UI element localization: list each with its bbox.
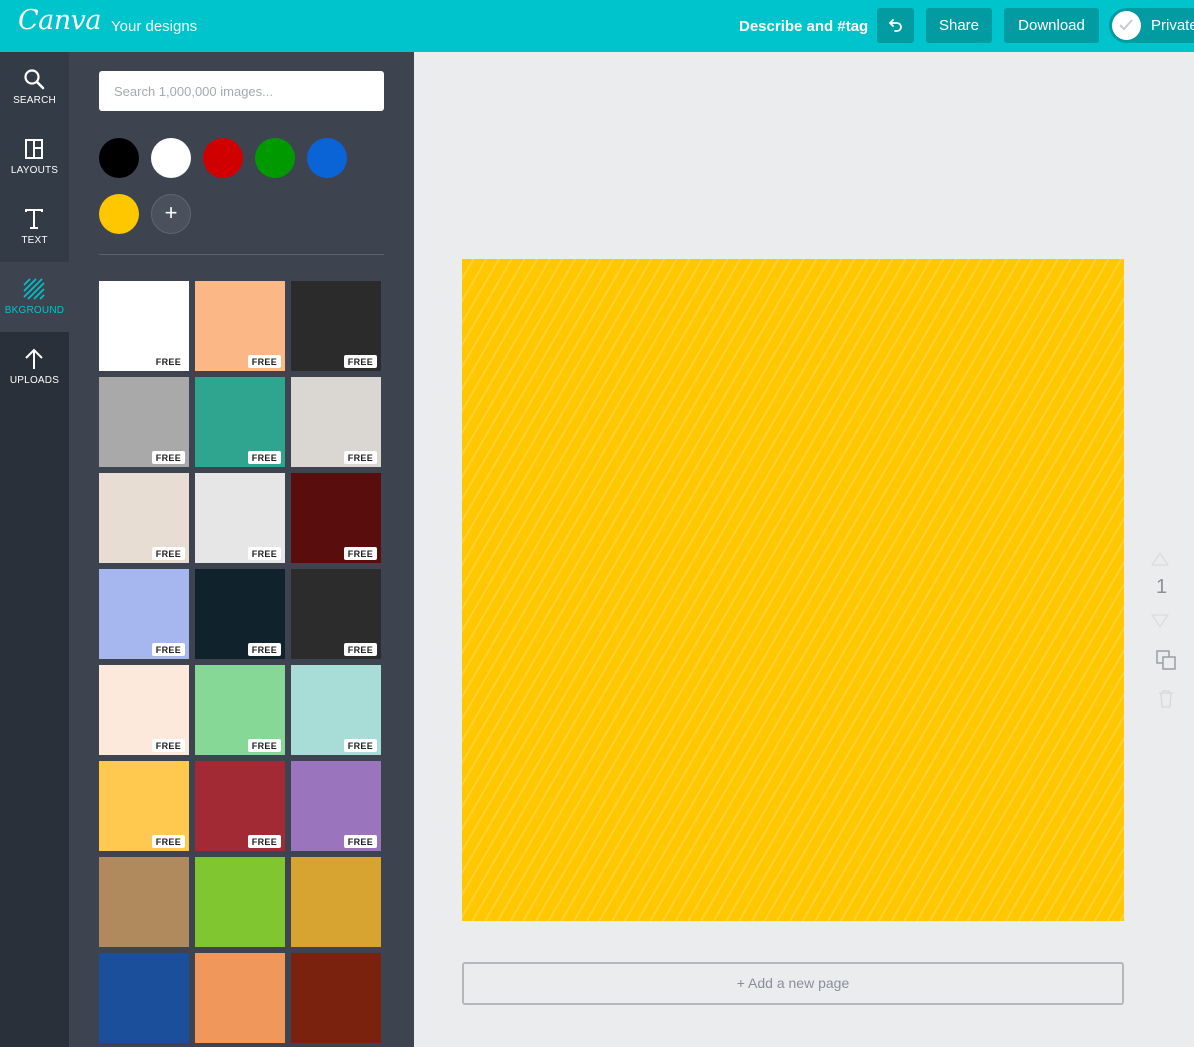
share-button[interactable]: Share [926,8,992,43]
upload-icon [25,348,43,369]
checkmark-icon [1119,19,1133,31]
image-search-input[interactable] [99,71,384,111]
background-thumbnail[interactable]: FREE [291,281,381,371]
background-thumbnail[interactable] [195,953,285,1043]
undo-button[interactable] [877,8,914,43]
free-badge: FREE [247,643,281,656]
add-new-page-button[interactable]: + Add a new page [462,962,1124,1005]
layouts-icon [25,139,43,159]
background-panel: + FREE FREE FREE FREE FREE FREE FREE FREE FREE FR… [69,52,414,1047]
background-thumbnail[interactable]: FREE [99,473,189,563]
free-badge: FREE [247,739,281,752]
background-thumbnail[interactable]: FREE [99,665,189,755]
free-badge: FREE [247,835,281,848]
rail-item-uploads[interactable]: UPLOADS [0,332,69,402]
color-swatch-blue[interactable] [307,138,347,178]
rail-item-background[interactable]: BKGROUND [0,262,69,332]
free-badge: FREE [247,547,281,560]
color-swatch-red[interactable] [203,138,243,178]
canva-logo[interactable]: Canva [18,5,102,36]
rail-label: LAYOUTS [10,165,59,176]
color-swatch-white[interactable] [151,138,191,178]
page-down-icon[interactable] [1150,614,1170,628]
free-badge: FREE [343,547,377,560]
rail-label: TEXT [21,235,48,246]
describe-and-tag-button[interactable]: Describe and #tag [739,18,868,35]
design-canvas[interactable] [462,259,1124,921]
background-icon [23,278,45,300]
background-thumbnail[interactable]: FREE [99,569,189,659]
background-thumbnail[interactable] [291,953,381,1043]
background-thumbnail[interactable]: FREE [291,665,381,755]
private-label: Private [1151,17,1194,34]
page-number: 1 [1156,576,1168,598]
background-thumbnail[interactable] [195,857,285,947]
background-thumbnail[interactable] [99,953,189,1043]
top-bar: Canva Your designs Describe and #tag Sha… [0,0,1194,52]
background-thumbnail[interactable]: FREE [291,761,381,851]
rail-label: UPLOADS [9,375,60,386]
color-swatch-green[interactable] [255,138,295,178]
download-button[interactable]: Download [1004,8,1099,43]
free-badge: FREE [151,643,185,656]
free-badge: FREE [343,355,377,368]
plus-icon: + [164,200,178,225]
rail-label: SEARCH [13,95,56,106]
background-thumbnail[interactable]: FREE [291,377,381,467]
free-badge: FREE [151,355,185,368]
background-thumbnail[interactable]: FREE [291,473,381,563]
free-badge: FREE [151,739,185,752]
rail-item-text[interactable]: TEXT [0,192,69,262]
background-thumbnail[interactable]: FREE [195,473,285,563]
background-thumbnail[interactable]: FREE [195,569,285,659]
color-swatch-black[interactable] [99,138,139,178]
background-thumbnail[interactable] [99,857,189,947]
delete-page-icon[interactable] [1158,690,1174,708]
search-icon [24,69,45,90]
free-badge: FREE [247,355,281,368]
free-badge: FREE [151,547,185,560]
free-badge: FREE [343,451,377,464]
toggle-knob [1112,11,1141,40]
left-rail: SEARCH LAYOUTS TEXT BKGROUND UPLOADS [0,52,69,1047]
page-up-icon[interactable] [1150,552,1170,566]
private-toggle[interactable]: Private [1109,8,1194,43]
background-thumbnail[interactable]: FREE [195,665,285,755]
rail-item-search[interactable]: SEARCH [0,52,69,122]
duplicate-page-icon[interactable] [1155,649,1177,671]
free-badge: FREE [151,451,185,464]
color-swatch-yellow[interactable] [99,194,139,234]
rail-label: BKGROUND [4,305,65,316]
background-thumbnail[interactable]: FREE [99,377,189,467]
add-color-button[interactable]: + [151,194,191,234]
background-thumbnail[interactable]: FREE [195,761,285,851]
undo-icon [888,19,902,32]
rail-item-layouts[interactable]: LAYOUTS [0,122,69,192]
text-icon [25,209,43,229]
free-badge: FREE [151,835,185,848]
panel-divider [99,254,384,255]
background-thumbnail[interactable] [291,857,381,947]
free-badge: FREE [343,835,377,848]
background-thumbnail[interactable]: FREE [195,281,285,371]
background-thumbnail[interactable]: FREE [99,281,189,371]
free-badge: FREE [247,451,281,464]
your-designs-link[interactable]: Your designs [111,18,197,35]
background-thumbnail[interactable]: FREE [99,761,189,851]
background-thumbnail[interactable]: FREE [291,569,381,659]
free-badge: FREE [343,643,377,656]
background-thumbnail[interactable]: FREE [195,377,285,467]
free-badge: FREE [343,739,377,752]
